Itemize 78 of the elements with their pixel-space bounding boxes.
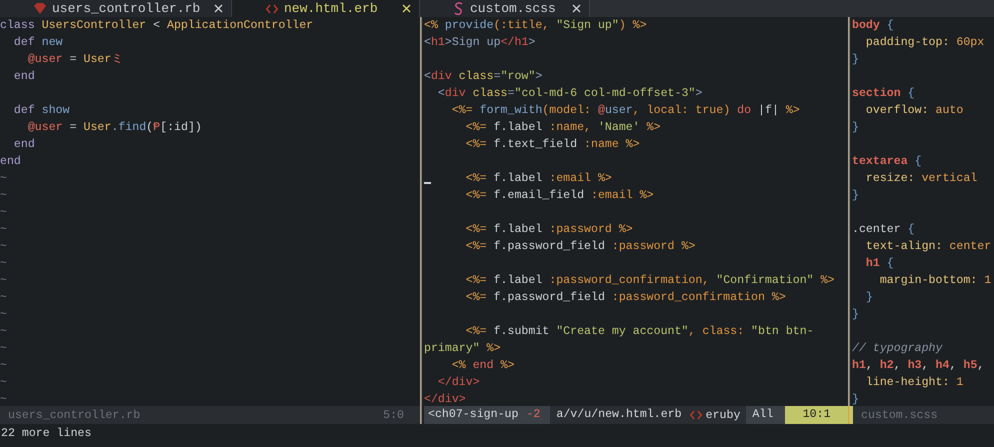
change-count: -2	[522, 406, 550, 424]
code-icon	[266, 4, 278, 14]
code-line: padding-top: 60px	[866, 36, 984, 49]
code-line: <%= f.label :password_confirmation, "Confirmation" %>	[466, 274, 835, 287]
close-icon[interactable]	[214, 4, 223, 13]
editor-tab[interactable]: new.html.erb	[232, 0, 420, 17]
code-line: primary" %>	[424, 342, 501, 355]
code-line: <%= f.password_field :password_confirmation %>	[466, 291, 786, 304]
git-branch: <ch07-sign-up	[424, 406, 522, 424]
code-line: <h1>Sign up</h1>	[424, 36, 536, 49]
empty-line-marker: ~	[0, 240, 7, 253]
empty-line-marker: ~	[0, 342, 7, 355]
window-marker	[849, 406, 853, 424]
gem-icon	[34, 3, 46, 14]
code-icon	[690, 410, 702, 420]
close-icon[interactable]	[402, 4, 411, 13]
code-line: }	[852, 393, 859, 406]
code-line: }	[852, 121, 859, 134]
command-line: 22 more lines	[0, 426, 92, 442]
code-line: end	[14, 138, 35, 151]
code-line: class UsersController < ApplicationController	[0, 19, 314, 32]
empty-line-marker: ~	[0, 359, 7, 372]
code-line: overflow: auto	[866, 104, 964, 117]
file-name: custom.scss	[860, 408, 939, 422]
code-line: }	[866, 291, 873, 304]
code-line: <div class="col-md-6 col-md-offset-3">	[438, 87, 702, 100]
empty-line-marker: ~	[0, 393, 7, 406]
empty-line-marker: ~	[0, 291, 7, 304]
code-line: .center {	[852, 223, 915, 236]
empty-line-marker: ~	[0, 325, 7, 338]
code-line: def show	[14, 104, 70, 117]
empty-line-marker: ~	[0, 308, 7, 321]
empty-line-marker: ~	[0, 223, 7, 236]
file-mode: eruby	[706, 408, 740, 422]
code-line: section {	[852, 87, 915, 100]
file-name: users_controller.rb	[7, 408, 142, 422]
code-line: text-align: center	[866, 240, 992, 253]
code-line: @user = User ミ	[28, 53, 124, 66]
code-line: }	[852, 308, 859, 321]
empty-line-marker: ~	[0, 206, 7, 219]
code-line: h1 {	[866, 257, 894, 270]
code-line: <%= f.label :password %>	[466, 223, 633, 236]
cursor-position: 10:1	[785, 406, 848, 424]
empty-line-marker: ~	[0, 376, 7, 389]
code-line: </div>	[438, 376, 480, 389]
code-line: resize: vertical	[866, 172, 978, 185]
code-line: </div>	[424, 393, 466, 406]
code-line: @user = User.find(Ᵽ[:id])	[28, 121, 202, 134]
code-line: h1, h2, h3, h4, h5,	[852, 359, 984, 372]
empty-line-marker: ~	[0, 274, 7, 287]
code-line: <%= f.text_field :name %>	[466, 138, 640, 151]
code-line: <%= form_with(model: @user, local: true) do |f| %>	[452, 104, 800, 117]
code-line: textarea {	[852, 155, 922, 168]
code-line: <% provide(:title, "Sign up") %>	[424, 19, 647, 32]
code-line: <%= f.email_field :email %>	[466, 189, 654, 202]
empty-line-marker: ~	[0, 189, 7, 202]
file-path: a/v/u/new.html.erb	[555, 407, 683, 423]
code-line: }	[852, 53, 859, 66]
code-line: <%= f.label :email %>	[466, 172, 612, 185]
code-line: }	[852, 189, 859, 202]
code-line: <div class="row">	[424, 70, 542, 83]
code-line: margin-bottom: 1	[880, 274, 992, 287]
code-line: <%= f.password_field :password %>	[466, 240, 696, 253]
code-line: end	[14, 70, 35, 83]
empty-line-marker: ~	[0, 172, 7, 185]
code-line: body {	[852, 19, 894, 32]
code-line: // typography	[852, 342, 942, 355]
code-line: <% end %>	[452, 359, 514, 372]
close-icon[interactable]	[572, 4, 581, 13]
code-line: line-height: 1	[866, 376, 964, 389]
empty-line-marker: ~	[0, 257, 7, 270]
code-line: <%= f.submit "Create my account", class: "btn btn-	[466, 325, 814, 338]
swirl-icon	[454, 2, 464, 15]
code-line: <%= f.label :name, 'Name' %>	[466, 121, 661, 134]
code-line: def new	[14, 36, 63, 49]
cursor-position: 5:0	[383, 408, 405, 422]
scroll-position: All	[746, 406, 786, 424]
code-line: end	[0, 155, 21, 168]
